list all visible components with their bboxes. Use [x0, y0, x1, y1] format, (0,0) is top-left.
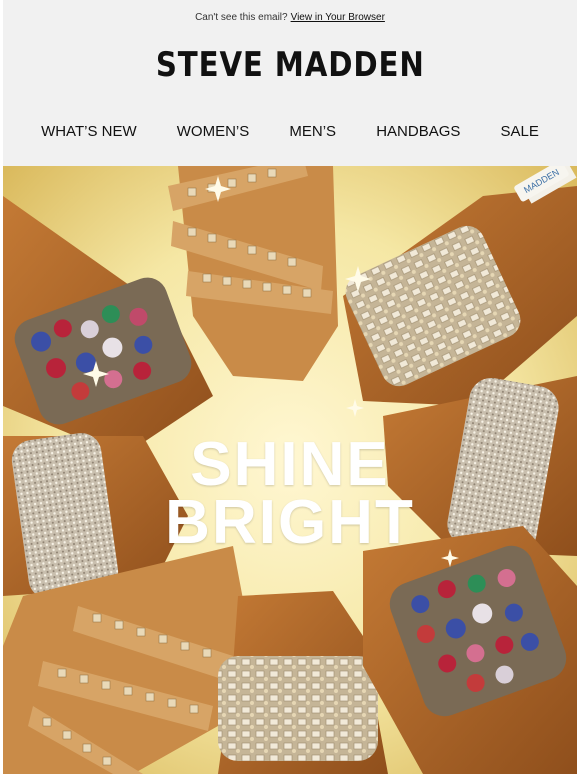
- preheader-text: Can't see this email?: [195, 11, 288, 23]
- hero-banner[interactable]: MADDEN SHINE BRIGHT: [3, 166, 577, 774]
- hero-title-line-1: SHINE: [190, 430, 390, 499]
- nav-handbags[interactable]: HANDBAGS: [376, 123, 460, 140]
- view-in-browser-link[interactable]: View in Your Browser: [291, 12, 385, 23]
- hero-title-line-2: BRIGHT: [165, 488, 415, 557]
- nav-womens[interactable]: WOMEN’S: [177, 123, 250, 140]
- nav-whats-new[interactable]: WHAT’S NEW: [41, 123, 137, 140]
- hero-headline: SHINE BRIGHT: [3, 430, 577, 557]
- preheader: Can't see this email? View in Your Brows…: [3, 0, 577, 34]
- main-nav: WHAT’S NEW WOMEN’S MEN’S HANDBAGS SALE: [3, 96, 577, 166]
- logo-text: STEVE MADDEN: [155, 45, 425, 85]
- nav-mens[interactable]: MEN’S: [289, 123, 336, 140]
- nav-sale[interactable]: SALE: [501, 123, 539, 140]
- email-frame: Can't see this email? View in Your Brows…: [3, 0, 577, 774]
- brand-logo[interactable]: STEVE MADDEN: [3, 34, 577, 96]
